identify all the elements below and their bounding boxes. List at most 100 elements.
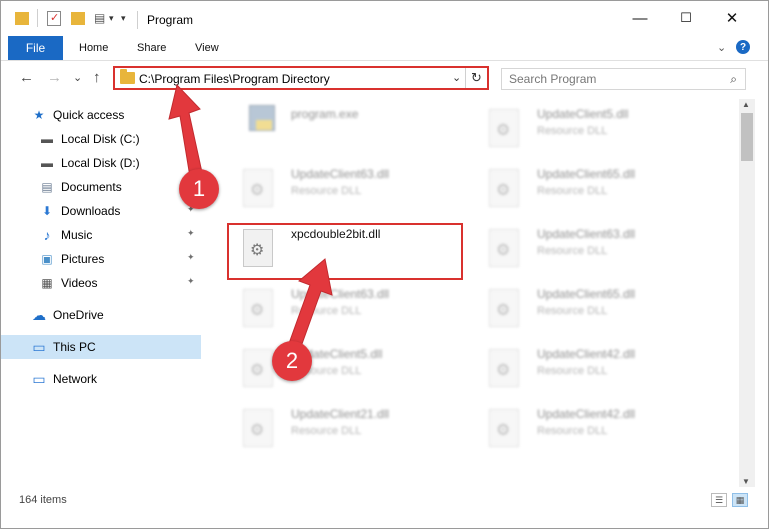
title-bar: ✓ ▤ ▾ ▾ Program — ☐ ✕	[1, 1, 768, 35]
file-item-xpcdouble2bit[interactable]: ⚙ xpcdouble2bit.dll	[223, 219, 463, 275]
file-name: UpdateClient63.dll	[537, 227, 636, 241]
search-icon[interactable]: ⌕	[730, 72, 737, 87]
sidebar-item-downloads[interactable]: ⬇ Downloads ✦	[1, 199, 201, 223]
picture-icon: ▣	[41, 252, 53, 266]
new-folder-icon[interactable]	[71, 12, 85, 25]
maximize-button[interactable]: ☐	[663, 1, 709, 35]
file-item[interactable]: ⚙ UpdateClient5.dll Resource DLL	[223, 339, 463, 395]
navigation-bar: ← → ⌄ ↑ C:\Program Files\Program Directo…	[1, 61, 768, 95]
file-type: Resource DLL	[537, 305, 608, 317]
file-type: Resource DLL	[537, 125, 608, 137]
file-name: program.exe	[291, 107, 359, 121]
recent-locations-button[interactable]: ⌄	[73, 71, 82, 84]
chevron-down-icon[interactable]: ▾	[109, 13, 114, 24]
address-bar[interactable]: C:\Program Files\Program Directory ⌄ ↻	[113, 66, 489, 90]
file-item[interactable]: ⚙ UpdateClient63.dll Resource DLL	[223, 279, 463, 335]
sidebar-item-label: Music	[61, 228, 93, 242]
pin-icon[interactable]: ✦	[187, 276, 195, 287]
file-name: UpdateClient63.dll	[291, 167, 390, 181]
dll-icon: ⚙	[243, 169, 273, 207]
file-type: Resource DLL	[537, 425, 608, 437]
sidebar-item-onedrive[interactable]: ☁ OneDrive	[1, 303, 201, 327]
file-item[interactable]: ⚙ UpdateClient42.dll Resource DLL	[469, 399, 709, 455]
file-name: xpcdouble2bit.dll	[291, 227, 381, 241]
computer-icon: ▭	[32, 338, 46, 355]
close-button[interactable]: ✕	[709, 1, 755, 35]
dll-icon: ⚙	[489, 289, 519, 327]
file-item[interactable]: program.exe	[223, 99, 463, 155]
video-icon: ▦	[41, 276, 53, 290]
refresh-button[interactable]: ↻	[465, 68, 487, 88]
file-name: UpdateClient42.dll	[537, 407, 636, 421]
customize-toolbar-icon[interactable]: ▤	[94, 11, 105, 25]
sidebar-item-this-pc[interactable]: ▭ This PC	[1, 335, 201, 359]
file-item[interactable]: ⚙ UpdateClient42.dll Resource DLL	[469, 339, 709, 395]
address-path[interactable]: C:\Program Files\Program Directory	[139, 72, 330, 86]
dll-icon: ⚙	[243, 349, 273, 387]
details-view-icon[interactable]: ☰	[711, 493, 727, 507]
file-type: Resource DLL	[291, 305, 362, 317]
sidebar-item-quick-access[interactable]: ★ Quick access	[1, 103, 201, 127]
file-item[interactable]: ⚙ UpdateClient65.dll Resource DLL	[469, 159, 709, 215]
file-type: Resource DLL	[537, 245, 608, 257]
file-item[interactable]: ⚙ UpdateClient21.dll Resource DLL	[223, 399, 463, 455]
tab-share[interactable]: Share	[137, 42, 166, 54]
file-item[interactable]: ⚙ UpdateClient5.dll Resource DLL	[469, 99, 709, 155]
toolbar-dropdown-icon[interactable]: ▾	[121, 13, 126, 24]
file-item[interactable]: ⚙ UpdateClient65.dll Resource DLL	[469, 279, 709, 335]
properties-icon[interactable]: ✓	[47, 11, 61, 26]
tab-file[interactable]: File	[8, 36, 63, 60]
sidebar-item-network[interactable]: ▭ Network	[1, 367, 201, 391]
file-name: UpdateClient42.dll	[537, 347, 636, 361]
forward-button[interactable]: →	[47, 69, 62, 86]
file-item[interactable]: ⚙ UpdateClient63.dll Resource DLL	[223, 159, 463, 215]
sidebar-item-local-disk-d[interactable]: ▬ Local Disk (D:)	[1, 151, 201, 175]
callout-2: 2	[272, 341, 312, 381]
pin-icon[interactable]: ✦	[187, 252, 195, 263]
scroll-up-icon[interactable]: ▲	[742, 100, 750, 109]
sidebar-item-pictures[interactable]: ▣ Pictures ✦	[1, 247, 201, 271]
dll-icon: ⚙	[489, 109, 519, 147]
scroll-thumb[interactable]	[741, 113, 753, 161]
tab-home[interactable]: Home	[79, 42, 108, 54]
explorer-window: ✓ ▤ ▾ ▾ Program — ☐ ✕ File Home Share Vi…	[0, 0, 769, 529]
file-item[interactable]: ⚙ UpdateClient63.dll Resource DLL	[469, 219, 709, 275]
sidebar-item-label: Videos	[61, 276, 98, 290]
dll-icon: ⚙	[489, 349, 519, 387]
sidebar-item-label: OneDrive	[53, 308, 104, 322]
dll-icon: ⚙	[489, 229, 519, 267]
search-placeholder: Search Program	[509, 72, 597, 86]
scroll-down-icon[interactable]: ▼	[742, 477, 750, 486]
download-icon: ⬇	[41, 204, 53, 218]
item-count: 164 items	[19, 494, 67, 506]
sidebar-item-label: Downloads	[61, 204, 121, 218]
up-button[interactable]: ↑	[93, 69, 101, 86]
pin-icon[interactable]: ✦	[187, 228, 195, 239]
sidebar-item-local-disk-c[interactable]: ▬ Local Disk (C:)	[1, 127, 201, 151]
folder-icon	[120, 69, 135, 84]
back-button[interactable]: ←	[19, 69, 34, 86]
vertical-scrollbar[interactable]: ▲ ▼	[739, 99, 755, 487]
help-icon[interactable]: ?	[736, 40, 750, 54]
drive-icon: ▬	[41, 132, 53, 146]
address-dropdown-icon[interactable]: ⌄	[452, 71, 461, 84]
dll-icon: ⚙	[489, 409, 519, 447]
file-name: UpdateClient21.dll	[291, 407, 390, 421]
navigation-pane: ★ Quick access ▬ Local Disk (C:) ▬ Local…	[1, 99, 207, 485]
sidebar-item-label: Local Disk (C:)	[61, 132, 140, 146]
file-name: UpdateClient5.dll	[537, 107, 629, 121]
large-icons-view-icon[interactable]: ▦	[732, 493, 748, 507]
tab-view[interactable]: View	[195, 42, 219, 54]
cloud-icon: ☁	[32, 306, 46, 323]
music-icon: ♪	[43, 227, 51, 243]
sidebar-item-documents[interactable]: ▤ Documents	[1, 175, 201, 199]
ribbon-collapse-icon[interactable]: ⌄	[717, 41, 726, 54]
sidebar-item-music[interactable]: ♪ Music ✦	[1, 223, 201, 247]
minimize-button[interactable]: —	[617, 1, 663, 35]
file-type: Resource DLL	[537, 185, 608, 197]
search-input[interactable]: Search Program ⌕	[501, 68, 746, 90]
status-bar: 164 items ☰ ▦	[1, 489, 768, 513]
folder-icon	[15, 12, 29, 25]
title-divider	[137, 11, 138, 29]
sidebar-item-videos[interactable]: ▦ Videos ✦	[1, 271, 201, 295]
